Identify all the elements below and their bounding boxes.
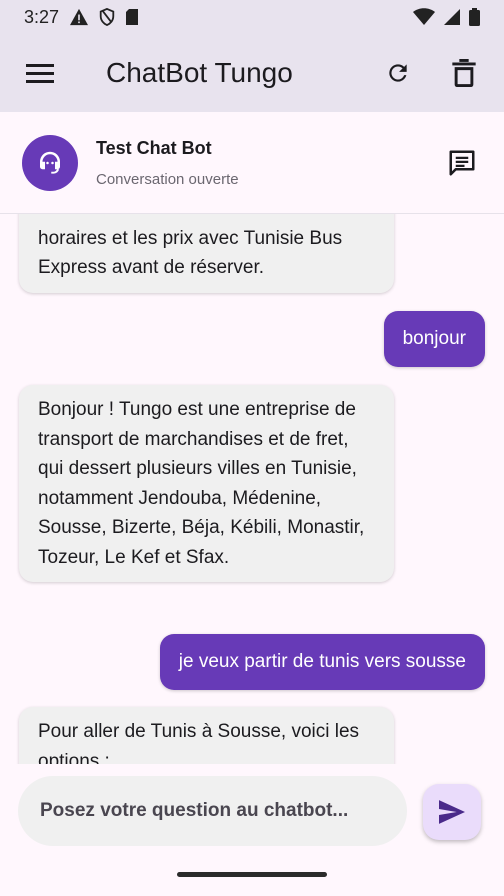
support-agent-icon <box>40 151 60 174</box>
app-bar: ChatBot Tungo <box>0 34 504 112</box>
shield-icon <box>99 8 115 26</box>
status-time: 3:27 <box>24 6 60 27</box>
refresh-button[interactable] <box>378 53 418 93</box>
chat-icon <box>449 150 475 175</box>
delete-button[interactable] <box>444 53 484 93</box>
input-area: Posez votre question au chatbot... <box>0 764 504 896</box>
battery-icon <box>469 8 480 26</box>
input-placeholder: Posez votre question au chatbot... <box>40 800 349 821</box>
app-title: ChatBot Tungo <box>106 57 293 88</box>
delete-icon <box>452 59 476 87</box>
wifi-icon <box>413 8 435 25</box>
user-message: bonjour <box>383 311 485 367</box>
chat-status: Conversation ouverte <box>96 170 239 188</box>
bot-message: Il est recommandé de vérifier les horair… <box>19 214 394 293</box>
bot-message: Pour aller de Tunis à Sousse, voici les … <box>19 707 394 764</box>
chat-name: Test Chat Bot <box>96 137 212 158</box>
message-list[interactable]: Il est recommandé de vérifier les horair… <box>0 214 504 764</box>
menu-button[interactable] <box>20 53 60 93</box>
menu-icon <box>26 64 54 83</box>
alert-icon <box>70 8 89 26</box>
status-bar: 3:27 <box>0 0 504 34</box>
send-button[interactable] <box>423 784 481 840</box>
send-icon <box>439 800 465 824</box>
navigation-handle[interactable] <box>177 872 327 877</box>
bot-message: Bonjour ! Tungo est une entreprise de tr… <box>19 385 394 582</box>
avatar <box>22 134 78 191</box>
message-input[interactable]: Posez votre question au chatbot... <box>18 776 407 846</box>
chat-header: Test Chat Bot Conversation ouverte <box>0 112 504 214</box>
refresh-icon <box>389 64 407 82</box>
user-message: je veux partir de tunis vers sousse <box>159 634 485 690</box>
chat-button[interactable] <box>442 143 482 183</box>
sd-card-icon <box>126 9 139 25</box>
signal-icon <box>444 9 460 25</box>
